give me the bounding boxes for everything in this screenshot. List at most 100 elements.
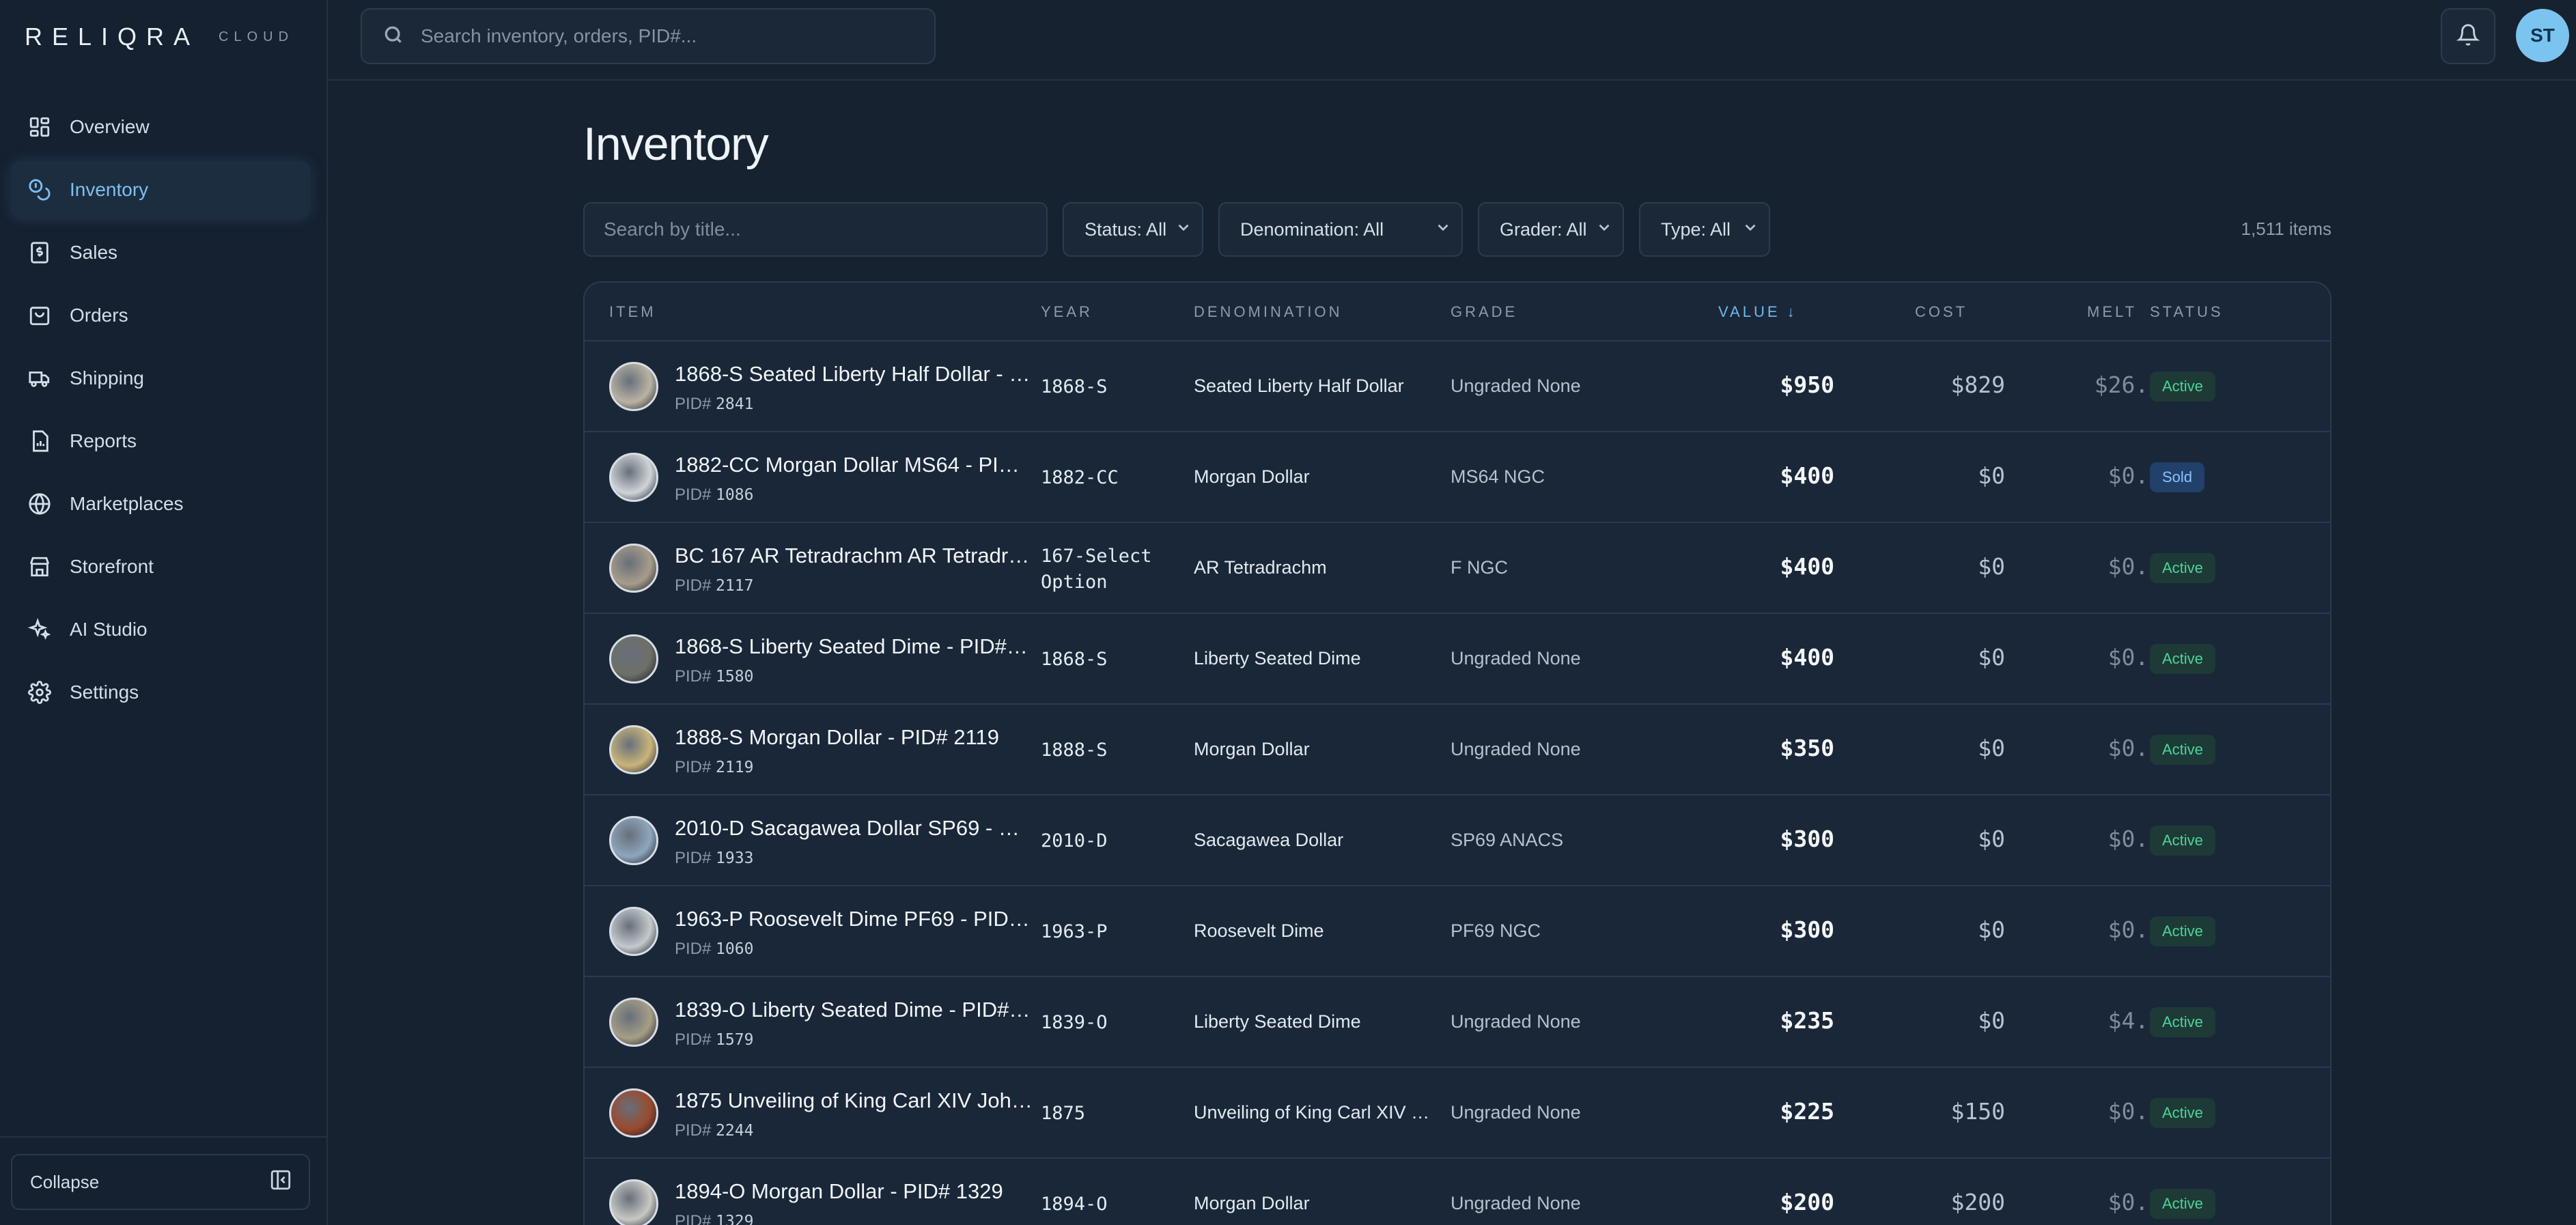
table-row[interactable]: 1888-S Morgan Dollar - PID# 2119 PID# 211…	[585, 705, 2330, 795]
title-search[interactable]	[583, 202, 1048, 257]
item-value: $200	[1780, 1189, 1834, 1215]
coin-thumbnail[interactable]	[609, 634, 658, 684]
sidebar-item-shipping[interactable]: Shipping	[11, 350, 310, 407]
title-search-input[interactable]	[604, 219, 1027, 240]
column-header-grade[interactable]: GRADE	[1451, 303, 1517, 321]
pid-number: 2841	[716, 395, 754, 413]
item-grade: Ungraded None	[1451, 648, 1581, 668]
item-title[interactable]: 1868-S Seated Liberty Half Dollar - PID#…	[675, 362, 1033, 386]
coin-thumbnail[interactable]	[609, 362, 658, 411]
pid-prefix: PID#	[675, 758, 712, 776]
table-row[interactable]: 1868-S Seated Liberty Half Dollar - PID#…	[585, 341, 2330, 432]
sidebar-item-marketplaces[interactable]: Marketplaces	[11, 475, 310, 533]
coin-thumbnail[interactable]	[609, 544, 658, 593]
global-search-input[interactable]	[421, 25, 899, 47]
column-header-cost[interactable]: COST	[1915, 303, 1968, 321]
sidebar-item-label: Settings	[70, 681, 139, 703]
bell-icon	[2456, 23, 2480, 50]
sidebar-item-ai-studio[interactable]: AI Studio	[11, 601, 310, 658]
item-cost: $0	[1978, 644, 2005, 671]
item-cost: $0	[1978, 1007, 2005, 1034]
item-title[interactable]: 2010-D Sacagawea Dollar SP69 - PID# 1933	[675, 816, 1033, 841]
table-row[interactable]: 1875 Unveiling of King Carl XIV Johan Me…	[585, 1068, 2330, 1159]
status-badge: Active	[2150, 644, 2215, 674]
sidebar-item-storefront[interactable]: Storefront	[11, 538, 310, 595]
item-cost: $0	[1978, 462, 2005, 489]
pid-prefix: PID#	[675, 395, 712, 413]
status-badge: Active	[2150, 826, 2215, 856]
item-year: 167-Select Option	[1041, 546, 1152, 593]
sidebar-item-settings[interactable]: Settings	[11, 664, 310, 721]
item-year: 1882-CC	[1041, 467, 1119, 488]
item-title[interactable]: 1894-O Morgan Dollar - PID# 1329	[675, 1179, 1033, 1204]
status-badge: Active	[2150, 1007, 2215, 1037]
table-row[interactable]: BC 167 AR Tetradrachm AR Tetradrachm - P…	[585, 523, 2330, 614]
collapse-panel-icon	[269, 1168, 292, 1196]
search-icon	[382, 24, 404, 49]
table-row[interactable]: 2010-D Sacagawea Dollar SP69 - PID# 1933…	[585, 795, 2330, 886]
sidebar-item-orders[interactable]: Orders	[11, 287, 310, 344]
column-header-melt[interactable]: MELT	[2087, 303, 2137, 321]
pid-number: 1086	[716, 486, 754, 504]
denomination-filter[interactable]: Denomination: All	[1218, 202, 1463, 257]
pid-prefix: PID#	[675, 576, 712, 595]
status-filter[interactable]: Status: All	[1063, 202, 1203, 257]
coin-thumbnail[interactable]	[609, 1179, 658, 1225]
table-row[interactable]: 1963-P Roosevelt Dime PF69 - PID# 1060 PI…	[585, 886, 2330, 977]
coin-thumbnail[interactable]	[609, 725, 658, 774]
item-cost: $829	[1950, 371, 2005, 398]
sidebar-item-reports[interactable]: Reports	[11, 412, 310, 470]
sidebar: RELIQRA CLOUD Overview Inventory Sales O…	[0, 0, 328, 1225]
item-title[interactable]: 1839-O Liberty Seated Dime - PID# 1579	[675, 998, 1033, 1022]
table-row[interactable]: 1839-O Liberty Seated Dime - PID# 1579 PI…	[585, 977, 2330, 1068]
column-header-year[interactable]: YEAR	[1041, 303, 1093, 321]
grader-filter[interactable]: Grader: All	[1478, 202, 1624, 257]
item-title[interactable]: 1882-CC Morgan Dollar MS64 - PID# 1086	[675, 453, 1033, 477]
pid-prefix: PID#	[675, 667, 712, 686]
coin-thumbnail[interactable]	[609, 816, 658, 865]
coin-thumbnail[interactable]	[609, 998, 658, 1047]
item-value: $300	[1780, 916, 1834, 943]
sidebar-item-sales[interactable]: Sales	[11, 224, 310, 281]
pid-number: 1580	[716, 668, 754, 686]
filter-bar: Status: All Denomination: All Grader: Al…	[583, 202, 1770, 257]
item-denomination: Liberty Seated Dime	[1194, 648, 1361, 668]
item-title[interactable]: 1868-S Liberty Seated Dime - PID# 1580	[675, 634, 1033, 659]
user-avatar[interactable]: ST	[2516, 9, 2569, 62]
column-header-status[interactable]: STATUS	[2150, 303, 2224, 321]
item-denomination: Liberty Seated Dime	[1194, 1011, 1361, 1032]
denomination-filter-label: Denomination: All	[1240, 219, 1384, 240]
item-pid: PID# 1579	[675, 1030, 753, 1050]
item-title[interactable]: 1875 Unveiling of King Carl XIV Johan Me…	[675, 1088, 1033, 1113]
item-title[interactable]: 1963-P Roosevelt Dime PF69 - PID# 1060	[675, 907, 1033, 931]
column-header-value[interactable]: VALUE ↓	[1718, 303, 1797, 321]
globe-icon	[27, 492, 52, 516]
sidebar-item-label: Storefront	[70, 556, 154, 577]
table-row[interactable]: 1894-O Morgan Dollar - PID# 1329 PID# 132…	[585, 1159, 2330, 1225]
sidebar-item-inventory[interactable]: Inventory	[11, 161, 310, 219]
coin-thumbnail[interactable]	[609, 453, 658, 502]
type-filter[interactable]: Type: All	[1639, 202, 1770, 257]
brand-logo[interactable]: RELIQRA CLOUD	[25, 23, 294, 51]
sidebar-item-overview[interactable]: Overview	[11, 98, 310, 156]
item-year: 1839-O	[1041, 1012, 1108, 1033]
column-header-denomination[interactable]: DENOMINATION	[1194, 303, 1342, 321]
collapse-button[interactable]: Collapse	[11, 1154, 310, 1210]
table-row[interactable]: 1882-CC Morgan Dollar MS64 - PID# 1086 PI…	[585, 432, 2330, 523]
coin-thumbnail[interactable]	[609, 907, 658, 956]
coin-thumbnail[interactable]	[609, 1088, 658, 1138]
page-title: Inventory	[583, 118, 769, 170]
item-year: 1868-S	[1041, 376, 1108, 397]
pid-prefix: PID#	[675, 1212, 712, 1225]
column-header-item[interactable]: ITEM	[609, 303, 656, 321]
pid-number: 1933	[716, 849, 754, 867]
status-badge: Active	[2150, 1189, 2215, 1219]
item-denomination: Morgan Dollar	[1194, 1193, 1310, 1213]
status-badge: Active	[2150, 371, 2215, 402]
item-title[interactable]: BC 167 AR Tetradrachm AR Tetradrachm - P…	[675, 544, 1033, 568]
global-search[interactable]	[361, 8, 936, 64]
table-row[interactable]: 1868-S Liberty Seated Dime - PID# 1580 PI…	[585, 614, 2330, 705]
item-title[interactable]: 1888-S Morgan Dollar - PID# 2119	[675, 725, 1033, 750]
notifications-button[interactable]	[2441, 8, 2495, 64]
item-grade: F NGC	[1451, 557, 1508, 578]
